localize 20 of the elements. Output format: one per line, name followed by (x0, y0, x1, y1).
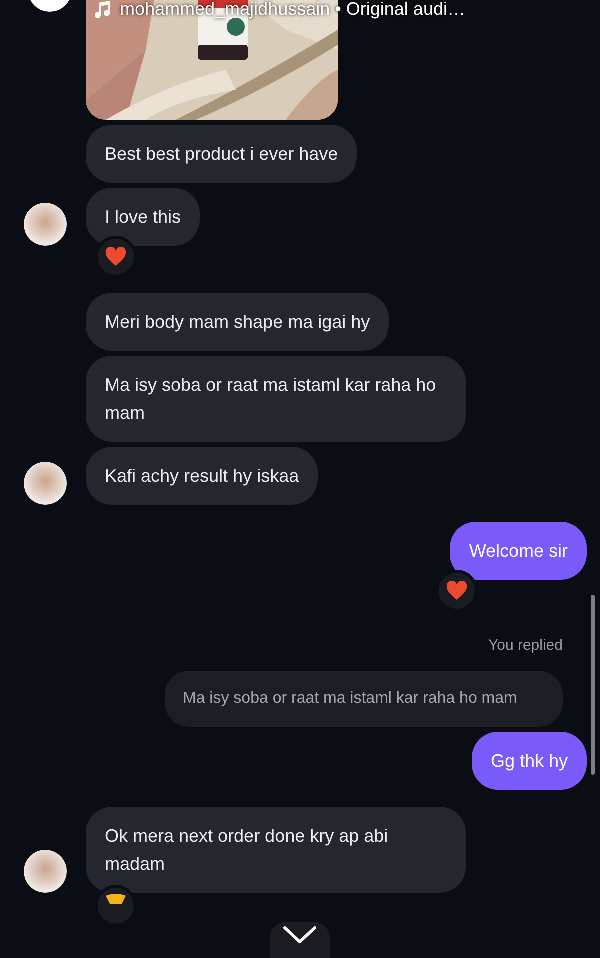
music-note-icon (94, 0, 112, 18)
heart-icon (446, 581, 468, 601)
message-bubble[interactable]: Ok mera next order done kry ap abi madam (86, 807, 466, 893)
heart-icon (105, 247, 127, 267)
message-bubble[interactable]: Kafi achy result hy iskaa (86, 447, 318, 505)
quoted-message[interactable]: Ma isy soba or raat ma istaml kar raha ho mam (165, 671, 563, 727)
message-bubble[interactable]: Gg thk hy (472, 732, 587, 790)
scrollbar[interactable] (591, 595, 595, 775)
reply-label: You replied (487, 637, 564, 654)
avatar[interactable] (24, 462, 67, 505)
message-bubble[interactable]: Ma isy soba or raat ma istaml kar raha ho mam (86, 356, 466, 442)
scroll-down-button[interactable] (270, 922, 330, 958)
avatar[interactable] (24, 850, 67, 893)
avatar[interactable] (24, 203, 67, 246)
chevron-down-icon (283, 926, 317, 944)
message-bubble[interactable]: I love this (86, 188, 200, 246)
emoji-icon (105, 894, 127, 904)
message-bubble[interactable]: Best best product i ever have (86, 125, 358, 183)
message-bubble[interactable]: Welcome sir (450, 522, 587, 580)
message-bubble[interactable]: Meri body mam shape ma igai hy (86, 293, 390, 351)
